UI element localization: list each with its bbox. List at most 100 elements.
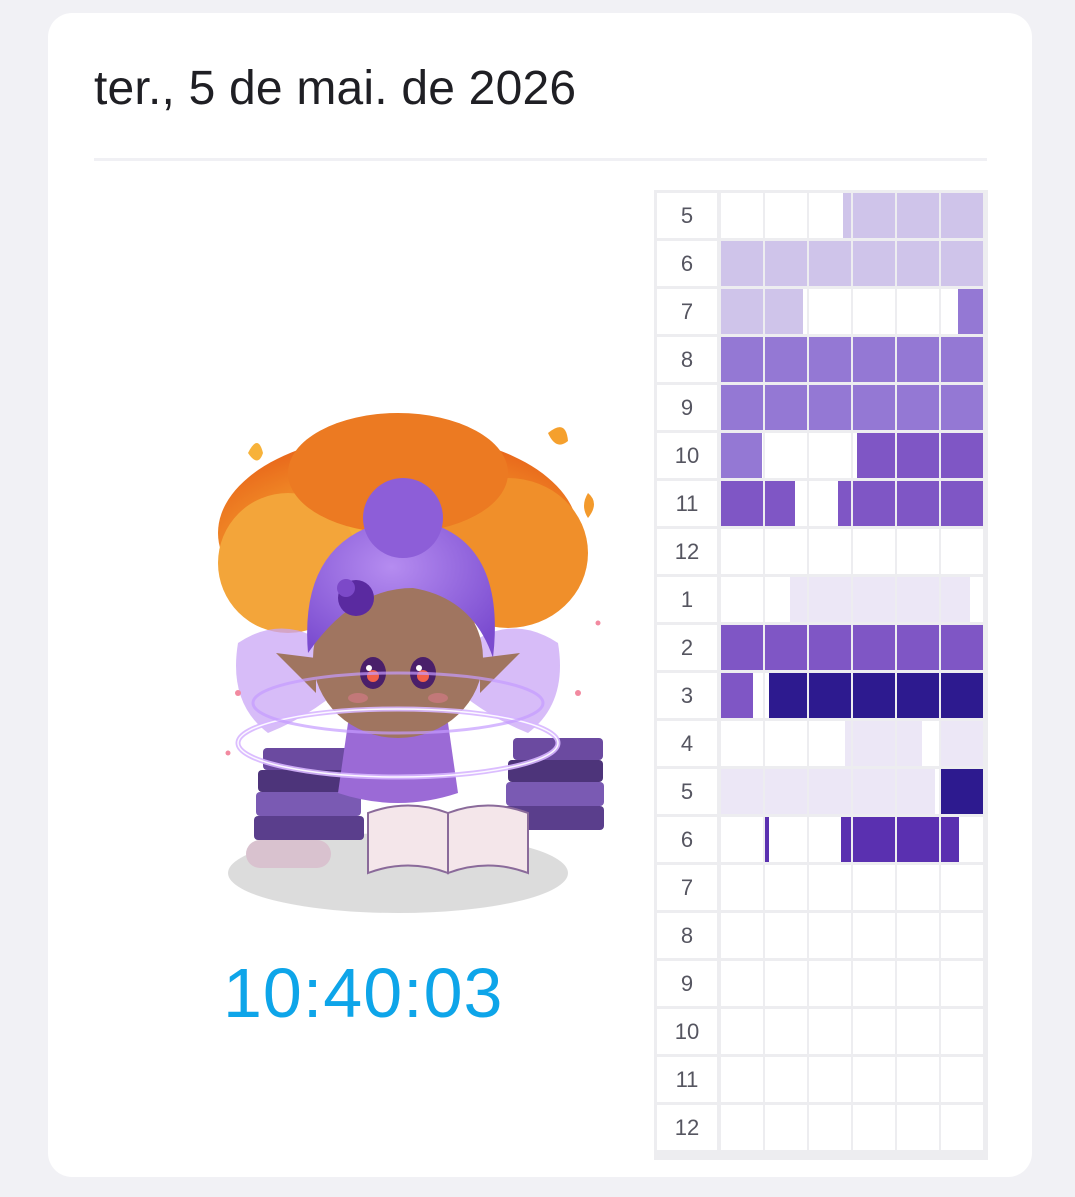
time-cell[interactable]	[809, 337, 851, 382]
time-cell[interactable]	[809, 289, 851, 334]
time-cell[interactable]	[897, 721, 939, 766]
time-cell[interactable]	[721, 577, 763, 622]
time-cell[interactable]	[809, 1057, 851, 1102]
time-cell[interactable]	[853, 865, 895, 910]
time-cell[interactable]	[941, 913, 983, 958]
time-cell[interactable]	[809, 769, 851, 814]
time-cell[interactable]	[897, 769, 939, 814]
time-cell[interactable]	[765, 1009, 807, 1054]
time-cell[interactable]	[853, 961, 895, 1006]
time-cell[interactable]	[897, 289, 939, 334]
time-cell[interactable]	[853, 1105, 895, 1150]
time-cell[interactable]	[897, 529, 939, 574]
time-cell[interactable]	[721, 433, 763, 478]
time-cell[interactable]	[765, 913, 807, 958]
time-cell[interactable]	[853, 577, 895, 622]
time-cell[interactable]	[809, 529, 851, 574]
time-cell[interactable]	[721, 193, 763, 238]
time-cell[interactable]	[853, 193, 895, 238]
time-cell[interactable]	[853, 433, 895, 478]
time-cell[interactable]	[897, 913, 939, 958]
time-cell[interactable]	[853, 481, 895, 526]
time-cell[interactable]	[765, 337, 807, 382]
time-cell[interactable]	[941, 1105, 983, 1150]
time-cell[interactable]	[721, 721, 763, 766]
time-cell[interactable]	[765, 769, 807, 814]
time-cell[interactable]	[721, 529, 763, 574]
time-cell[interactable]	[941, 865, 983, 910]
time-cell[interactable]	[941, 817, 983, 862]
time-cell[interactable]	[941, 769, 983, 814]
time-cell[interactable]	[721, 865, 763, 910]
time-cell[interactable]	[853, 1009, 895, 1054]
time-cell[interactable]	[897, 1009, 939, 1054]
time-cell[interactable]	[765, 625, 807, 670]
time-cell[interactable]	[721, 961, 763, 1006]
time-cell[interactable]	[897, 241, 939, 286]
time-cell[interactable]	[809, 961, 851, 1006]
time-cell[interactable]	[941, 1057, 983, 1102]
time-cell[interactable]	[721, 1009, 763, 1054]
time-cell[interactable]	[941, 481, 983, 526]
time-cell[interactable]	[897, 673, 939, 718]
time-cell[interactable]	[897, 865, 939, 910]
time-cell[interactable]	[765, 721, 807, 766]
time-cell[interactable]	[897, 961, 939, 1006]
time-cell[interactable]	[853, 817, 895, 862]
time-cell[interactable]	[721, 481, 763, 526]
time-cell[interactable]	[809, 865, 851, 910]
time-cell[interactable]	[941, 433, 983, 478]
time-cell[interactable]	[721, 1057, 763, 1102]
time-cell[interactable]	[765, 865, 807, 910]
time-cell[interactable]	[765, 433, 807, 478]
time-cell[interactable]	[941, 577, 983, 622]
time-cell[interactable]	[853, 673, 895, 718]
time-cell[interactable]	[809, 433, 851, 478]
time-cell[interactable]	[809, 481, 851, 526]
time-cell[interactable]	[721, 1105, 763, 1150]
time-cell[interactable]	[941, 241, 983, 286]
time-cell[interactable]	[897, 337, 939, 382]
time-cell[interactable]	[853, 721, 895, 766]
time-cell[interactable]	[897, 625, 939, 670]
time-cell[interactable]	[809, 721, 851, 766]
time-cell[interactable]	[941, 529, 983, 574]
time-cell[interactable]	[853, 1057, 895, 1102]
time-cell[interactable]	[941, 193, 983, 238]
time-cell[interactable]	[765, 385, 807, 430]
time-cell[interactable]	[897, 193, 939, 238]
time-cell[interactable]	[853, 385, 895, 430]
time-cell[interactable]	[765, 1057, 807, 1102]
time-cell[interactable]	[765, 241, 807, 286]
time-cell[interactable]	[765, 817, 807, 862]
time-cell[interactable]	[897, 1105, 939, 1150]
time-cell[interactable]	[897, 577, 939, 622]
time-cell[interactable]	[765, 481, 807, 526]
time-cell[interactable]	[721, 385, 763, 430]
time-cell[interactable]	[853, 625, 895, 670]
time-cell[interactable]	[853, 337, 895, 382]
time-cell[interactable]	[809, 673, 851, 718]
time-cell[interactable]	[721, 673, 763, 718]
time-cell[interactable]	[897, 1057, 939, 1102]
time-cell[interactable]	[853, 769, 895, 814]
time-cell[interactable]	[721, 289, 763, 334]
time-cell[interactable]	[765, 1105, 807, 1150]
time-cell[interactable]	[853, 289, 895, 334]
time-cell[interactable]	[765, 577, 807, 622]
time-cell[interactable]	[765, 289, 807, 334]
time-cell[interactable]	[721, 241, 763, 286]
time-cell[interactable]	[941, 625, 983, 670]
time-cell[interactable]	[765, 193, 807, 238]
time-cell[interactable]	[721, 769, 763, 814]
time-cell[interactable]	[809, 1009, 851, 1054]
time-cell[interactable]	[765, 961, 807, 1006]
time-cell[interactable]	[897, 385, 939, 430]
time-cell[interactable]	[941, 1009, 983, 1054]
time-cell[interactable]	[721, 337, 763, 382]
time-cell[interactable]	[809, 625, 851, 670]
time-cell[interactable]	[809, 817, 851, 862]
time-cell[interactable]	[941, 385, 983, 430]
time-cell[interactable]	[765, 529, 807, 574]
time-cell[interactable]	[853, 913, 895, 958]
